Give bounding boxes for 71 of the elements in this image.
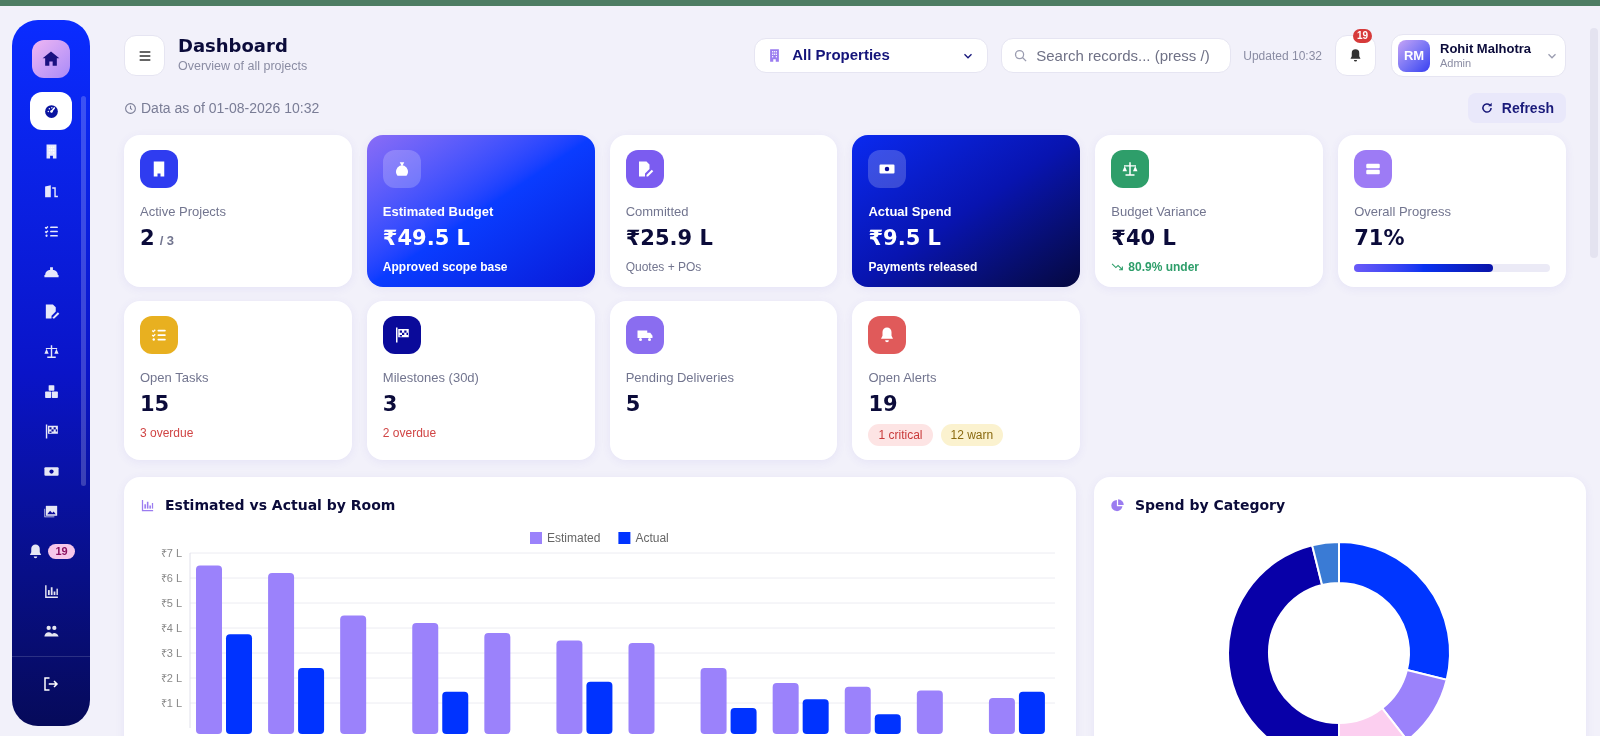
card-value: 2: [140, 224, 155, 252]
card-label: Committed: [625, 203, 690, 221]
last-updated: Updated 10:32: [1243, 47, 1322, 65]
menu-button[interactable]: [124, 35, 165, 76]
chart-title: Spend by Category: [1135, 495, 1286, 515]
bar-chart-icon: [42, 582, 60, 600]
card-value: ₹49.5 L: [382, 224, 470, 252]
notification-count: 19: [1352, 29, 1372, 43]
card-label: Pending Deliveries: [625, 369, 736, 387]
search-icon: [1013, 48, 1029, 63]
scale-icon: [42, 342, 60, 360]
axis-tick-label: ₹4 L: [160, 622, 182, 634]
data-timestamp: Data as of 01-08-2026 10:32: [141, 98, 320, 118]
bar-chart-icon: [140, 497, 155, 513]
card-label: Actual Spend: [868, 203, 953, 221]
refresh-icon: [1479, 101, 1494, 115]
card-label: Estimated Budget: [382, 203, 495, 221]
axis-tick-label: ₹5 L: [160, 597, 182, 609]
user-role: Admin: [1440, 55, 1472, 71]
scale-icon: [1121, 160, 1140, 178]
card-note: 3 overdue: [140, 424, 194, 442]
user-name: Rohit Malhotra: [1440, 40, 1531, 56]
card-value: 19: [868, 390, 898, 418]
card-note: Quotes + POs: [625, 258, 702, 276]
card-label: Open Tasks: [140, 369, 210, 387]
axis-tick-label: ₹1 L: [160, 697, 182, 709]
legend-label: Actual: [635, 531, 669, 545]
page-title: Dashboard: [178, 35, 289, 58]
axis-tick-label: ₹6 L: [160, 572, 182, 584]
legend-label: Estimated: [547, 531, 601, 545]
property-select[interactable]: All Properties: [754, 38, 989, 73]
card-note: 80.9% under: [1128, 258, 1200, 276]
sidebar-item[interactable]: 19: [22, 532, 80, 570]
card-value: 71%: [1354, 224, 1405, 252]
card-note: 2 overdue: [382, 424, 437, 442]
card-label: Budget Variance: [1111, 203, 1208, 221]
card-value: ₹25.9 L: [625, 224, 713, 252]
boxes-icon: [42, 382, 60, 400]
house-icon: [41, 49, 61, 69]
door-icon: [42, 182, 60, 200]
axis-tick-label: ₹7 L: [160, 547, 182, 559]
user-menu[interactable]: RM Rohit Malhotra Admin: [1391, 34, 1566, 77]
card-value: 15: [140, 390, 170, 418]
card-value: ₹40 L: [1111, 224, 1176, 252]
card-value-total: / 3: [159, 231, 175, 250]
card-label: Overall Progress: [1354, 203, 1452, 221]
page-subtitle: Overview of all projects: [178, 58, 308, 76]
logout-icon: [42, 675, 60, 693]
pie-chart-icon: [1110, 497, 1125, 513]
refresh-button[interactable]: Refresh: [1467, 93, 1566, 123]
sidebar-item[interactable]: [30, 92, 72, 130]
bell-icon: [1348, 48, 1363, 63]
card-note: Approved scope base: [382, 258, 508, 276]
card-label: Active Projects: [140, 203, 227, 221]
card-note: Payments released: [868, 258, 978, 276]
notification-count: 19: [48, 543, 75, 559]
card-value: ₹9.5 L: [868, 224, 941, 252]
card-value: 5: [625, 390, 641, 418]
axis-tick-label: ₹2 L: [160, 672, 182, 684]
clock-icon: [124, 101, 137, 115]
trend-down-icon: [1111, 260, 1125, 273]
dashboard-icon: [42, 102, 60, 120]
chart-title: Estimated vs Actual by Room: [165, 495, 396, 515]
search-field[interactable]: Search records... (press /): [1001, 38, 1232, 73]
alert-tag: 1 critical: [868, 423, 933, 446]
card-label: Open Alerts: [868, 369, 938, 387]
user-avatar: RM: [1398, 39, 1430, 72]
card-label: Milestones (30d): [382, 369, 480, 387]
axis-tick-label: ₹3 L: [160, 647, 182, 659]
card-value: 3: [382, 390, 398, 418]
alert-tag: 12 warn: [940, 423, 1004, 446]
